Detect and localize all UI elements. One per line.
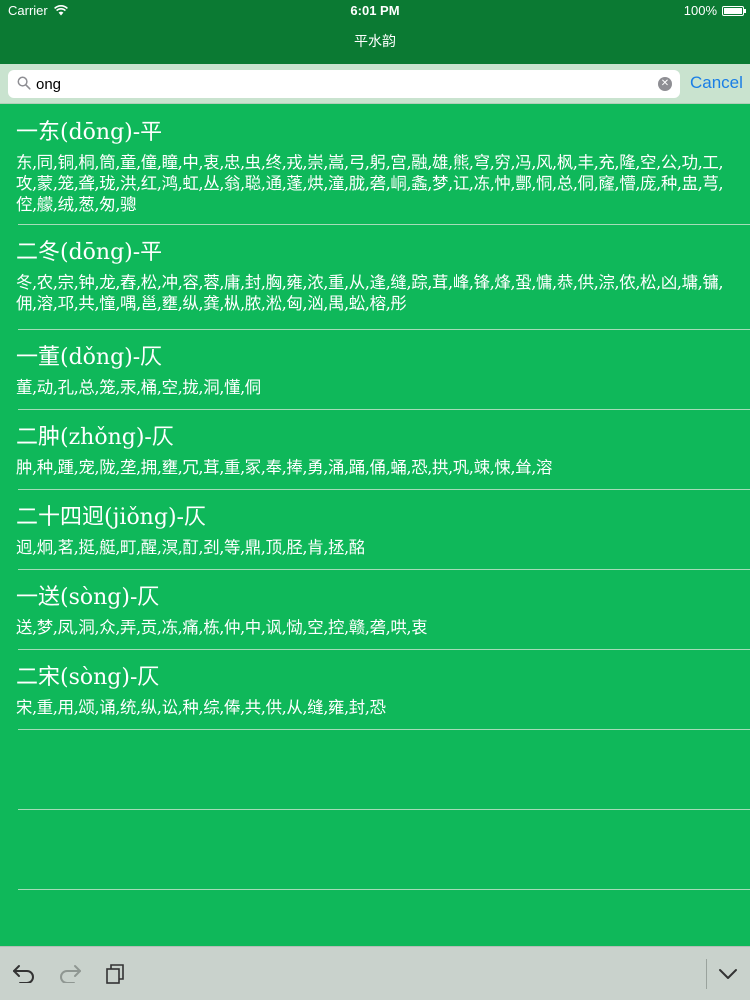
empty-list-row [0, 729, 750, 810]
cancel-button[interactable]: Cancel [690, 73, 743, 93]
nav-bar: 平水韵 [0, 22, 750, 64]
list-item[interactable]: 一送(sòng)-仄 送,梦,凤,洞,众,弄,贡,冻,痛,栋,仲,中,讽,恸,空… [0, 569, 750, 650]
search-field[interactable]: ✕ [8, 70, 680, 98]
keyboard-toolbar [0, 946, 750, 1000]
rhyme-chars: 迥,炯,茗,挺,艇,町,醒,溟,酊,刭,等,鼎,顶,胫,肯,拯,酩 [16, 538, 365, 557]
rhyme-chars: 肿,种,踵,宠,陇,垄,拥,壅,冗,茸,重,冢,奉,捧,勇,涌,踊,俑,蛹,恐,… [16, 458, 553, 477]
rhyme-title: 一董(dǒng)-仄 [16, 345, 163, 370]
search-icon [17, 76, 31, 90]
search-input[interactable] [36, 73, 656, 95]
rhyme-list: 一东(dōng)-平 东,同,铜,桐,筒,童,僮,瞳,中,衷,忠,虫,终,戎,崇… [0, 104, 750, 890]
rhyme-chars: 东,同,铜,桐,筒,童,僮,瞳,中,衷,忠,虫,终,戎,崇,嵩,弓,躬,宫,融,… [16, 153, 724, 214]
rhyme-chars: 送,梦,凤,洞,众,弄,贡,冻,痛,栋,仲,中,讽,恸,空,控,赣,砻,哄,衷 [16, 618, 428, 637]
status-bar: Carrier 6:01 PM 100% [0, 0, 750, 22]
list-item[interactable]: 二十四迥(jiǒng)-仄 迥,炯,茗,挺,艇,町,醒,溟,酊,刭,等,鼎,顶,… [0, 489, 750, 570]
list-item[interactable]: 二宋(sòng)-仄 宋,重,用,颂,诵,统,纵,讼,种,综,俸,共,供,从,缝… [0, 649, 750, 730]
rhyme-title: 一送(sòng)-仄 [16, 585, 160, 610]
rhyme-title: 二十四迥(jiǒng)-仄 [16, 505, 206, 530]
rhyme-title: 一东(dōng)-平 [16, 120, 163, 145]
rhyme-chars: 董,动,孔,总,笼,汞,桶,空,拢,洞,懂,侗 [16, 378, 261, 397]
battery-icon [722, 5, 746, 16]
undo-icon[interactable] [12, 963, 36, 983]
list-item[interactable]: 一董(dǒng)-仄 董,动,孔,总,笼,汞,桶,空,拢,洞,懂,侗 [0, 329, 750, 410]
rhyme-chars: 冬,农,宗,钟,龙,舂,松,冲,容,蓉,庸,封,胸,雍,浓,重,从,逢,缝,踪,… [16, 273, 724, 313]
search-bar: ✕ Cancel [0, 64, 750, 104]
list-item[interactable]: 二肿(zhǒng)-仄 肿,种,踵,宠,陇,垄,拥,壅,冗,茸,重,冢,奉,捧,… [0, 409, 750, 490]
rhyme-title: 二冬(dōng)-平 [16, 240, 163, 265]
list-item[interactable]: 二冬(dōng)-平 冬,农,宗,钟,龙,舂,松,冲,容,蓉,庸,封,胸,雍,浓… [0, 224, 750, 330]
dismiss-keyboard-icon[interactable] [718, 968, 738, 980]
list-item[interactable]: 一东(dōng)-平 东,同,铜,桐,筒,童,僮,瞳,中,衷,忠,虫,终,戎,崇… [0, 104, 750, 225]
status-right: 100% [683, 3, 746, 18]
rhyme-title: 二肿(zhǒng)-仄 [16, 425, 174, 450]
toolbar-divider [706, 959, 707, 989]
page-title: 平水韵 [354, 34, 396, 50]
rhyme-title: 二宋(sòng)-仄 [16, 665, 160, 690]
rhyme-chars: 宋,重,用,颂,诵,统,纵,讼,种,综,俸,共,供,从,缝,雍,封,恐 [16, 698, 386, 717]
paste-icon[interactable] [104, 963, 126, 985]
redo-icon[interactable] [58, 963, 82, 983]
empty-list-row [0, 809, 750, 890]
clear-search-icon[interactable]: ✕ [658, 77, 672, 91]
battery-percent: 100% [683, 3, 717, 18]
status-time: 6:01 PM [350, 3, 400, 18]
